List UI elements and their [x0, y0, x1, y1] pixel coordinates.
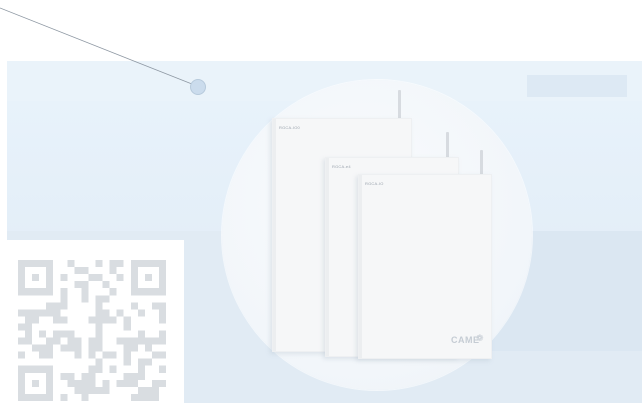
device-front: RGCA-IO [358, 174, 492, 359]
awning-shape [527, 75, 627, 97]
qr-code-icon [18, 260, 166, 401]
device-label: RGCA-IO0 [279, 125, 300, 130]
brand-mark-icon: ❁ [476, 333, 484, 343]
device-label: RGCA-e4 [332, 164, 351, 169]
device-label: RGCA-IO [365, 181, 384, 186]
antenna-3 [480, 150, 483, 176]
pin-dot-icon[interactable] [190, 79, 206, 95]
